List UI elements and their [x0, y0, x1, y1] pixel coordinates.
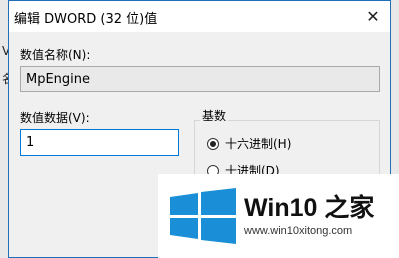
value-name-field[interactable]: MpEngine	[20, 66, 380, 92]
radio-hexadecimal[interactable]: 十六进制(H)	[207, 135, 291, 152]
windows-logo-icon	[170, 188, 236, 244]
value-data-label: 数值数据(V):	[20, 111, 90, 125]
title-bar[interactable]: 编辑 DWORD (32 位)值 ✕	[9, 1, 390, 32]
value-name-text: MpEngine	[26, 72, 91, 87]
win10-watermark: Win10 之家 www.win10xitong.com	[158, 174, 399, 258]
radio-hexadecimal-label: 十六进制(H)	[225, 137, 292, 151]
base-group-title: 基数	[200, 107, 229, 124]
close-button[interactable]: ✕	[356, 1, 390, 32]
value-data-input[interactable]	[20, 129, 179, 156]
watermark-url: www.win10xitong.com	[244, 225, 353, 237]
value-name-label: 数值名称(N):	[20, 48, 91, 62]
radio-selected-icon[interactable]	[207, 137, 219, 150]
watermark-title: Win10 之家	[244, 194, 375, 222]
dialog-title: 编辑 DWORD (32 位)值	[14, 12, 158, 27]
close-icon: ✕	[366, 7, 380, 26]
